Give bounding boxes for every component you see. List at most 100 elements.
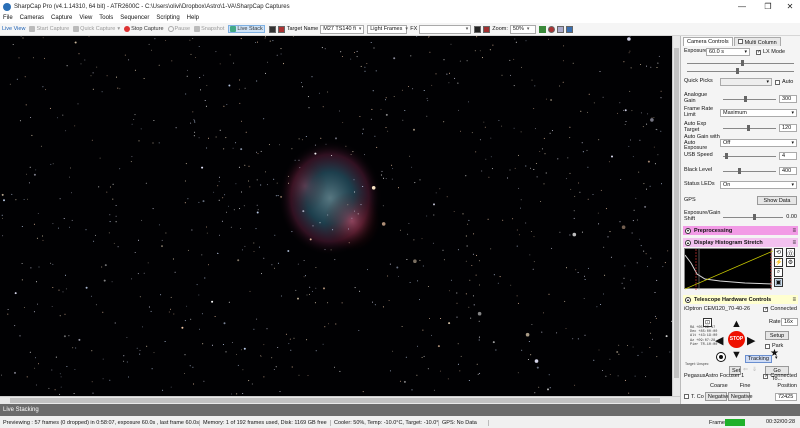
setup-button[interactable]: Setup — [765, 331, 789, 340]
close-button[interactable]: ✕ — [778, 0, 800, 13]
menu-scripting[interactable]: Scripting — [156, 15, 179, 21]
usb-speed-slider[interactable] — [723, 153, 776, 159]
tab-multi-column[interactable]: Multi Column — [733, 37, 781, 46]
mount-coordinates: RA +05:09:17 Dec +85:00:00 Alt +43:19:00 Az… — [690, 326, 718, 347]
scroll-thumb[interactable] — [674, 48, 679, 378]
hamburger-icon[interactable]: ≡ — [792, 228, 796, 234]
arrow-up-icon[interactable]: ▲ — [731, 318, 742, 330]
black-level-input[interactable]: 400 — [779, 167, 797, 175]
display-swatch-icon[interactable] — [474, 25, 482, 33]
color-swatch-icon[interactable] — [268, 25, 276, 33]
save-icon[interactable]: ▣ — [774, 278, 783, 287]
focuser-connected-checkbox[interactable] — [763, 373, 769, 379]
info-icon[interactable]: ⓪ — [786, 248, 795, 258]
reset-icon[interactable]: ⟲ — [774, 248, 783, 257]
lx-mode-checkbox[interactable] — [756, 49, 761, 55]
horizontal-scrollbar[interactable] — [0, 396, 680, 404]
show-data-button[interactable]: Show Data — [757, 196, 797, 205]
chevron-down-icon[interactable]: ▾ — [685, 227, 691, 234]
histogram-header[interactable]: ▴ Display Histogram Stretch ≡ — [683, 238, 798, 247]
exposure-slider[interactable] — [687, 60, 794, 66]
status-timer: 00:32/00:28 — [766, 419, 796, 425]
hamburger-icon[interactable]: ≡ — [792, 240, 796, 246]
quick-capture-button[interactable]: Quick Capture ▾ — [73, 26, 120, 32]
black-level-slider[interactable] — [723, 168, 776, 174]
gps-label: GPS — [684, 196, 696, 203]
frame-progress-bar — [725, 419, 745, 426]
analogue-gain-input[interactable]: 300 — [779, 94, 797, 103]
start-capture-button[interactable]: Start Capture — [29, 26, 69, 32]
hamburger-icon[interactable]: ≡ — [792, 297, 796, 303]
analogue-gain-slider[interactable] — [723, 95, 776, 102]
image-viewer[interactable] — [0, 36, 672, 396]
auto-exposure-checkbox[interactable] — [775, 79, 780, 85]
quick-picks-select[interactable]: ▾ — [720, 78, 772, 86]
menu-file[interactable]: File — [3, 15, 13, 21]
camera-controls-panel: Camera Controls Multi Column Exposure 60… — [680, 36, 800, 404]
target-name-input[interactable]: M27 TS140 fi ▾ — [320, 24, 365, 34]
exposure-fine-slider[interactable] — [687, 68, 794, 74]
histogram-plot[interactable] — [684, 248, 774, 290]
minimize-button[interactable]: — — [730, 0, 754, 13]
tracking-button[interactable]: Tracking — [745, 355, 772, 363]
fine-negative-button[interactable]: Negative — [727, 392, 753, 401]
status-leds-select[interactable]: On ▾ — [720, 181, 797, 189]
multi-column-checkbox[interactable] — [737, 39, 743, 44]
scroll-thumb[interactable] — [10, 398, 660, 403]
auto-stretch-icon[interactable]: ⚡ — [774, 258, 783, 267]
menu-help[interactable]: Help — [187, 15, 199, 21]
arrow-right-icon[interactable]: ▶ — [747, 334, 755, 347]
auto-exp-target-input[interactable]: 120 — [779, 123, 797, 132]
histogram-toggle-icon[interactable] — [277, 25, 285, 33]
snapshot-button[interactable]: Snapshot — [194, 26, 224, 32]
preprocessing-header[interactable]: ▾ Preprocessing ≡ — [683, 226, 798, 235]
menu-capture[interactable]: Capture — [51, 15, 72, 21]
window-title: SharpCap Pro (v4.1.14310, 64 bit) - ATR2… — [14, 3, 290, 10]
pause-button[interactable]: Pause — [167, 26, 190, 32]
chevron-up-icon[interactable]: ▴ — [685, 296, 691, 303]
stop-button[interactable]: STOP — [728, 331, 745, 348]
zoom-select[interactable]: 50% ▾ — [509, 24, 536, 34]
temp-comp-checkbox[interactable] — [684, 394, 689, 399]
tab-camera-controls[interactable]: Camera Controls — [683, 37, 733, 46]
highlight-swatch-icon[interactable] — [483, 25, 491, 33]
exposure-gain-shift-slider[interactable] — [723, 213, 784, 220]
tracking-chevron-icon[interactable]: ▾ — [775, 355, 778, 361]
menu-tools[interactable]: Tools — [99, 15, 113, 21]
menu-view[interactable]: View — [79, 15, 92, 21]
exposure-input[interactable]: 60.0 s ▾ — [706, 48, 750, 56]
palette-icon[interactable] — [547, 25, 555, 33]
quick-picks-label: Quick Picks — [684, 78, 713, 85]
histogram-icon[interactable] — [538, 25, 546, 33]
auto-gain-select[interactable]: Off ▾ — [720, 139, 797, 148]
live-view-button[interactable]: Live View — [2, 26, 25, 32]
position-input[interactable]: 72425 — [775, 392, 797, 401]
coarse-negative-button[interactable]: Negative — [704, 392, 730, 401]
chevron-up-icon[interactable]: ▴ — [685, 239, 691, 246]
live-stacking-bar[interactable]: Live Stacking — [0, 404, 800, 416]
frame-rate-limit-select[interactable]: Maximum ▾ — [720, 108, 797, 117]
tools-icon[interactable] — [565, 25, 573, 33]
zoom-icon[interactable]: ⌕ — [774, 268, 783, 277]
maximize-button[interactable]: ❐ — [756, 0, 780, 13]
arrow-down-icon[interactable]: ▼ — [731, 349, 742, 361]
reticle-icon[interactable] — [556, 25, 564, 33]
analogue-gain-label: Analogue Gain — [684, 92, 708, 104]
status-area: Live Stacking Previewing : 57 frames (0 … — [0, 404, 800, 428]
rate-select[interactable]: 16x — [781, 318, 798, 326]
stop-capture-button[interactable]: Stop Capture — [124, 26, 164, 32]
live-stack-button[interactable]: Live Stack — [228, 25, 265, 33]
coarse-label: Coarse — [710, 383, 728, 389]
menu-sequencer[interactable]: Sequencer — [120, 15, 149, 21]
mount-control-pad: ⊡ ▲ ◀ STOP ▶ ▼ RA +05:09:17 Dec +85:00:00… — [685, 318, 800, 382]
mount-connected-checkbox[interactable] — [763, 306, 769, 312]
settings-icon[interactable]: ⚙ — [786, 258, 795, 267]
usb-speed-input[interactable]: 4 — [779, 152, 797, 160]
frame-type-select[interactable]: Light Frames ▾ — [367, 24, 408, 34]
fx-select[interactable]: ▾ — [419, 24, 472, 34]
menu-cameras[interactable]: Cameras — [20, 15, 44, 21]
target-icon[interactable] — [716, 352, 726, 362]
auto-exp-target-slider[interactable] — [723, 124, 776, 131]
telescope-header[interactable]: ▴ Telescope Hardware Controls ≡ — [683, 295, 798, 304]
vertical-scrollbar[interactable] — [672, 36, 680, 396]
